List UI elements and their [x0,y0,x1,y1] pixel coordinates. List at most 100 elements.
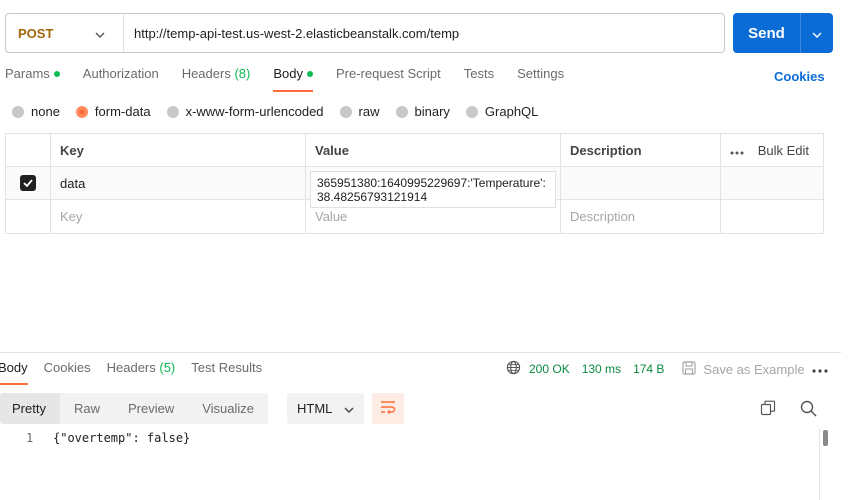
method-select[interactable]: POST [6,14,124,52]
form-data-table: Key Value Description Bulk Edit data 365… [5,133,824,234]
response-tab-test-results[interactable]: Test Results [191,360,262,382]
column-header-value: Value [306,134,561,166]
value-field[interactable]: 365951380:1640995229697:'Temperature':38… [310,171,556,208]
tab-label: Settings [517,66,565,81]
description-placeholder[interactable]: Description [561,200,721,233]
radio-circle [395,105,408,118]
response-divider[interactable] [0,352,841,353]
send-button-group: Send [733,13,833,53]
wrap-lines-icon [380,400,396,417]
tab-pre-request-script[interactable]: Pre-request Script [336,66,441,90]
tab-label: Pre-request Script [335,66,441,81]
tab-headers[interactable]: Headers (8) [182,66,251,90]
radio-form-data[interactable]: form-data [75,104,151,119]
format-visualize[interactable]: Visualize [188,393,268,424]
headers-count: (8) [234,66,251,81]
column-header-key: Key [51,134,306,166]
radio-label: form-data [94,104,151,119]
globe-icon[interactable] [506,360,521,378]
header-checkbox-cell [6,134,51,166]
request-bar: POST http://temp-api-test.us-west-2.elas… [5,13,725,53]
cookies-link[interactable]: Cookies [774,69,825,84]
tab-authorization[interactable]: Authorization [83,66,159,90]
tab-label: Params [5,66,50,81]
request-tabs: Params Authorization Headers (8) Body Pr… [5,66,587,92]
format-pretty[interactable]: Pretty [0,393,60,424]
tab-label: Tests [463,66,495,81]
key-placeholder[interactable]: Key [51,200,306,233]
response-time[interactable]: 130 ms [582,362,621,376]
radio-x-www-form-urlencoded[interactable]: x-www-form-urlencoded [166,104,324,119]
radio-label: none [31,104,60,119]
body-type-radio-group: none form-data x-www-form-urlencoded raw… [12,104,554,119]
response-headers-count: (5) [159,360,176,375]
code-line: {"overtemp": false} [53,431,191,445]
description-field[interactable] [561,167,721,199]
body-indicator-dot [306,70,313,77]
radio-label: x-www-form-urlencoded [185,104,324,119]
wrap-lines-button[interactable] [372,393,404,424]
copy-icon[interactable] [760,400,776,419]
tab-tests[interactable]: Tests [464,66,494,90]
line-number: 1 [26,431,34,445]
language-label: HTML [297,401,333,416]
url-input[interactable]: http://temp-api-test.us-west-2.elasticbe… [124,26,459,41]
row-actions-cell [721,200,823,233]
column-header-description: Description [561,134,721,166]
radio-binary[interactable]: binary [395,104,450,119]
radio-label: raw [358,104,380,119]
tab-params[interactable]: Params [5,66,60,90]
response-tab-cookies[interactable]: Cookies [44,360,91,382]
language-select[interactable]: HTML [287,393,364,424]
chevron-down-icon [344,401,354,416]
response-size[interactable]: 174 B [633,362,664,376]
tab-label: Headers [181,66,231,81]
radio-circle [166,105,179,118]
table-header-row: Key Value Description Bulk Edit [6,134,823,167]
radio-label: binary [414,104,450,119]
radio-circle [465,105,478,118]
send-options-button[interactable] [801,13,833,53]
radio-label: GraphQL [484,104,539,119]
response-tab-headers[interactable]: Headers (5) [107,360,176,382]
more-options-icon[interactable] [730,143,744,158]
tab-label: Headers [106,360,156,375]
params-indicator-dot [53,70,60,77]
editor-scrollbar-thumb[interactable] [823,430,828,446]
key-field[interactable]: data [51,167,306,199]
tab-label: Body [273,66,303,81]
format-preview[interactable]: Preview [114,393,188,424]
chevron-down-icon [95,26,105,41]
tab-settings[interactable]: Settings [517,66,564,90]
row-checkbox[interactable] [20,175,36,191]
status-code[interactable]: 200 OK [529,362,570,376]
radio-raw[interactable]: raw [339,104,380,119]
save-as-example-button[interactable]: Save as Example [682,360,805,378]
save-as-example-label: Save as Example [703,361,805,377]
table-row: data 365951380:1640995229697:'Temperatur… [6,167,823,208]
bulk-edit-button[interactable]: Bulk Edit [758,143,809,158]
row-actions-cell [721,167,823,199]
row-checkbox-cell [6,167,51,199]
radio-circle [339,105,352,118]
search-icon[interactable] [800,400,817,420]
editor-scrollbar-track[interactable] [819,428,820,500]
chevron-down-icon [812,26,822,41]
radio-circle [12,105,24,118]
value-cell: 365951380:1640995229697:'Temperature':38… [306,167,561,208]
row-checkbox-cell [6,200,51,233]
response-tabs: Body Cookies Headers (5) Test Results [0,360,278,385]
response-tab-body[interactable]: Body [0,360,28,385]
radio-circle-selected [75,105,88,118]
tab-body[interactable]: Body [273,66,313,92]
bulk-edit-cell: Bulk Edit [721,134,823,166]
send-button[interactable]: Send [733,13,801,53]
tab-label: Authorization [82,66,159,81]
radio-none[interactable]: none [12,104,60,119]
response-status-bar: 200 OK 130 ms 174 B Save as Example [506,360,805,378]
format-raw[interactable]: Raw [60,393,114,424]
response-more-icon[interactable] [812,360,828,376]
method-label: POST [18,25,54,41]
radio-graphql[interactable]: GraphQL [465,104,539,119]
save-icon [682,360,697,378]
